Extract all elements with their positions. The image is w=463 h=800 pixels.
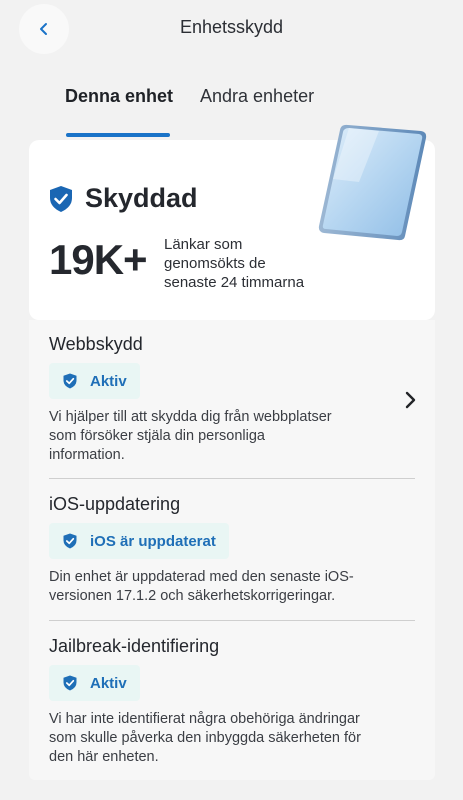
item-title: Webbskydd bbox=[49, 334, 143, 354]
shield-check-icon bbox=[63, 373, 77, 389]
page-title: Enhetsskydd bbox=[179, 17, 284, 37]
shield-check-icon bbox=[63, 533, 77, 549]
tab-other-devices[interactable]: Andra enheter bbox=[200, 86, 314, 107]
item-title: Jailbreak-identifiering bbox=[49, 636, 220, 656]
divider bbox=[49, 620, 415, 621]
links-scanned-count: 19K+ bbox=[49, 236, 148, 283]
protection-status-card: Skyddad 19K+ Länkar som genomsökts de se… bbox=[29, 124, 435, 320]
item-title: iOS-uppdatering bbox=[49, 494, 181, 514]
item-description: Vi har inte identifierat några obehöriga… bbox=[49, 711, 361, 765]
status-badge: iOS är uppdaterat bbox=[49, 523, 229, 559]
web-protection-item[interactable]: Webbskydd Aktiv Vi hjälper till att skyd… bbox=[49, 334, 415, 465]
badge-label: Aktiv bbox=[90, 674, 127, 692]
active-tab-indicator bbox=[66, 133, 170, 137]
shield-check-icon bbox=[63, 675, 77, 691]
shield-check-icon bbox=[50, 186, 72, 212]
status-badge: Aktiv bbox=[49, 665, 140, 701]
badge-label: Aktiv bbox=[90, 372, 127, 390]
item-description: Vi hjälper till att skydda dig från webb… bbox=[49, 409, 332, 463]
status-badge: Aktiv bbox=[49, 363, 140, 399]
phone-illustration bbox=[318, 124, 427, 241]
top-bar: Enhetsskydd bbox=[0, 0, 463, 58]
protection-status-title: Skyddad bbox=[85, 183, 198, 213]
divider bbox=[49, 478, 415, 479]
chevron-right-icon[interactable] bbox=[402, 390, 418, 410]
tab-this-device[interactable]: Denna enhet bbox=[65, 86, 173, 107]
protection-features-list: Webbskydd Aktiv Vi hjälper till att skyd… bbox=[29, 320, 435, 780]
links-scanned-description: Länkar som genomsökts de senaste 24 timm… bbox=[164, 236, 305, 291]
item-description: Din enhet är uppdaterad med den senaste … bbox=[49, 569, 354, 604]
ios-update-item: iOS-uppdatering iOS är uppdaterat Din en… bbox=[49, 494, 415, 606]
jailbreak-detection-item: Jailbreak-identifiering Aktiv Vi har int… bbox=[49, 636, 415, 767]
badge-label: iOS är uppdaterat bbox=[90, 532, 216, 550]
